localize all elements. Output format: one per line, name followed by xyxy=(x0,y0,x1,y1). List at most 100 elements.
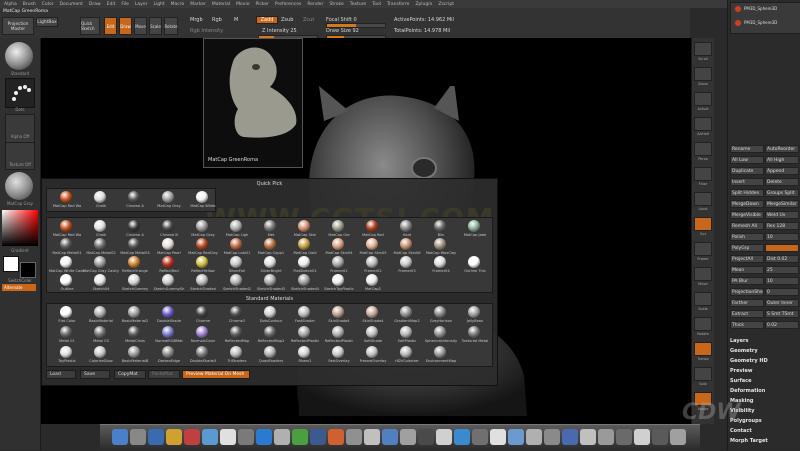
material-swatch[interactable]: QuadShaders xyxy=(253,346,289,366)
material-swatch[interactable]: ColorizeGlow xyxy=(83,346,119,366)
material-swatch[interactable]: MatCap Red Wa xyxy=(49,191,85,211)
scale-button[interactable]: Scale xyxy=(149,17,162,35)
menu-item-picker[interactable]: Picker xyxy=(255,2,268,7)
tool-actual-button[interactable] xyxy=(694,92,712,106)
material-swatch[interactable]: DoubleShade3 xyxy=(185,346,221,366)
menu-item-render[interactable]: Render xyxy=(307,2,323,7)
alpha-off-icon[interactable] xyxy=(5,114,35,144)
subtool-action-value[interactable]: 25 xyxy=(765,266,799,274)
material-swatch[interactable]: Outline xyxy=(49,274,85,294)
material-swatch[interactable]: ReflectedMap2 xyxy=(253,326,289,346)
dock-app-icon[interactable] xyxy=(598,429,614,445)
material-swatch[interactable]: ReflectOrange xyxy=(117,256,153,276)
material-swatch[interactable]: SketchShaded3 xyxy=(253,274,289,294)
material-swatch[interactable]: Framer04 xyxy=(423,256,459,276)
subtool-action-value[interactable]: 0.02 xyxy=(765,321,799,329)
material-swatch[interactable]: ReflectedPlastic xyxy=(321,326,357,346)
dock-app-icon[interactable] xyxy=(544,429,560,445)
material-swatch[interactable]: Chrome A xyxy=(117,220,153,240)
subtool-action-value[interactable]: Weld Uv xyxy=(765,211,799,219)
dock-app-icon[interactable] xyxy=(580,429,596,445)
dock-app-icon[interactable] xyxy=(652,429,668,445)
dock-app-icon[interactable] xyxy=(364,429,380,445)
subtool-action-button[interactable]: PA Blur xyxy=(730,277,764,285)
dock-app-icon[interactable] xyxy=(472,429,488,445)
dock-app-icon[interactable] xyxy=(562,429,578,445)
draw-button[interactable]: Draw xyxy=(119,17,132,35)
menu-item-document[interactable]: Document xyxy=(60,2,83,7)
material-swatch[interactable]: BasicMaterial2 xyxy=(117,306,153,326)
subtool-action-button[interactable]: Polish xyxy=(730,233,764,241)
material-swatch[interactable]: NormalsColor xyxy=(185,326,221,346)
dock-app-icon[interactable] xyxy=(238,429,254,445)
menu-item-preferences[interactable]: Preferences xyxy=(275,2,301,7)
subtool-1-name[interactable]: PM3D_Sphere3D xyxy=(744,6,777,11)
tool-persp-button[interactable] xyxy=(694,142,712,156)
material-swatch[interactable]: Sketch04 xyxy=(83,274,119,294)
material-swatch[interactable]: DarkenEdge xyxy=(151,346,187,366)
material-swatch[interactable]: Blin xyxy=(423,220,459,240)
material-swatch[interactable]: EnvironmentMap xyxy=(423,346,459,366)
material-swatch[interactable]: MatCap Red Wa xyxy=(49,220,85,240)
material-swatch[interactable]: SketchGummySh xyxy=(151,274,187,294)
material-swatch[interactable]: MatCap Skin xyxy=(287,220,323,240)
dock-app-icon[interactable] xyxy=(670,429,686,445)
subtool-action-value[interactable]: Append xyxy=(765,167,799,175)
quick-sketch-button[interactable]: Quick Sketch xyxy=(80,17,100,35)
material-matcap-gray-icon[interactable] xyxy=(5,172,33,200)
subtool-action-button[interactable]: Farther xyxy=(730,299,764,307)
menu-item-layer[interactable]: Layer xyxy=(135,2,148,7)
menu-item-zscript[interactable]: Zscript xyxy=(438,2,454,7)
dock-app-icon[interactable] xyxy=(616,429,632,445)
zadd-button[interactable]: Zadd xyxy=(256,16,278,24)
dock-app-icon[interactable] xyxy=(436,429,452,445)
main-color-swatch[interactable] xyxy=(3,256,19,272)
material-swatch[interactable]: Framer03 xyxy=(389,256,425,276)
dock-app-icon[interactable] xyxy=(184,429,200,445)
dock-app-icon[interactable] xyxy=(634,429,650,445)
projection-master-button[interactable]: Projection Master xyxy=(2,17,34,35)
menu-item-edit[interactable]: Edit xyxy=(107,2,116,7)
dock-app-icon[interactable] xyxy=(508,429,524,445)
secondary-color-swatch[interactable] xyxy=(20,262,36,278)
copymat-button[interactable]: CopyMat xyxy=(114,370,146,379)
material-swatch[interactable]: GrayHorizon xyxy=(423,306,459,326)
material-swatch[interactable]: Framer02 xyxy=(355,256,391,276)
dock-app-icon[interactable] xyxy=(310,429,326,445)
dock-app-icon[interactable] xyxy=(130,429,146,445)
material-swatch[interactable]: ReflectedPlastic xyxy=(287,326,323,346)
tool-move-button[interactable] xyxy=(694,267,712,281)
material-swatch[interactable]: MetalCrisis xyxy=(117,326,153,346)
material-swatch[interactable]: SketchToyPlastic xyxy=(321,274,357,294)
menu-item-draw[interactable]: Draw xyxy=(89,2,101,7)
material-swatch[interactable]: MatCap Gray Cavity xyxy=(83,256,119,276)
material-swatch[interactable]: SoftShade xyxy=(355,326,391,346)
move-button[interactable]: Move xyxy=(134,17,147,35)
switchcolor-label[interactable]: SwitchColor xyxy=(2,278,38,283)
z-intensity-slider[interactable]: Z Intensity 25 xyxy=(262,28,297,34)
tool-local-button[interactable] xyxy=(694,192,712,206)
material-swatch[interactable]: MatCap Jade xyxy=(457,220,493,240)
subtool-action-button[interactable]: All Low xyxy=(730,156,764,164)
dock-app-icon[interactable] xyxy=(220,429,236,445)
material-swatch[interactable]: MatCap Skin04 xyxy=(321,238,357,258)
tool-frame-button[interactable] xyxy=(694,242,712,256)
material-swatch[interactable]: ReflectRed xyxy=(151,256,187,276)
material-swatch[interactable]: Hard xyxy=(389,220,425,240)
material-swatch[interactable]: MatCap Skin06 xyxy=(389,238,425,258)
preview-material-button[interactable]: Preview Material On Mesh xyxy=(182,370,250,379)
dock-app-icon[interactable] xyxy=(148,429,164,445)
menu-item-file[interactable]: File xyxy=(121,2,129,7)
subtool-action-button[interactable]: MergeVisible xyxy=(730,211,764,219)
material-swatch[interactable]: DotsContour xyxy=(253,306,289,326)
material-swatch[interactable]: MatCap Lobi01 xyxy=(219,238,255,258)
dock-app-icon[interactable] xyxy=(454,429,470,445)
material-swatch[interactable]: Textured Metal xyxy=(457,326,493,346)
material-swatch[interactable]: SoftPlastic xyxy=(389,326,425,346)
material-swatch[interactable]: FastOverlay xyxy=(321,346,357,366)
material-swatch[interactable]: Chrome A xyxy=(117,191,153,211)
material-swatch[interactable]: SphericalIntensity xyxy=(423,326,459,346)
tool-transp-button[interactable] xyxy=(694,342,712,356)
material-swatch[interactable]: Fibers1 xyxy=(287,346,323,366)
color-picker[interactable] xyxy=(2,210,38,246)
